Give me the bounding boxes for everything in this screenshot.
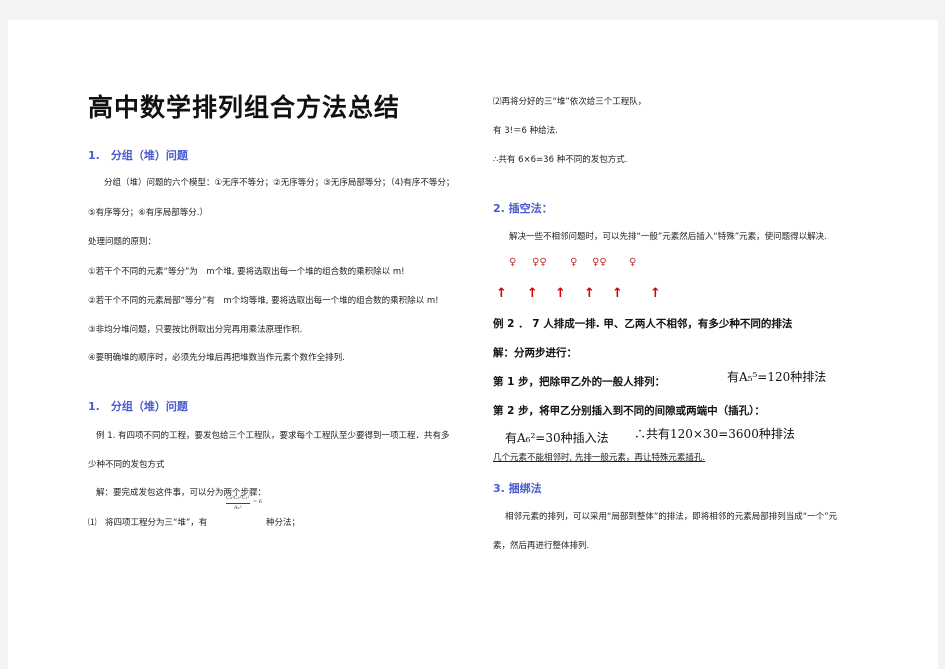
- section-heading-binding: 3. 捆绑法: [493, 482, 542, 495]
- count-give-ways: 有 3!＝6 种给法.: [493, 126, 558, 136]
- section-heading-grouping-2: 1. 分组（堆）问题: [88, 400, 188, 413]
- insertion-rule-note: 几个元素不能相邻时, 先排一般元素，再让特殊元素插孔.: [493, 453, 706, 463]
- insertion-description: 解决一些不相邻问题时，可以先排“一般”元素然后插入“特殊”元素，使问题得以解决.: [509, 232, 827, 242]
- step-1-tail: 种分法；: [266, 518, 301, 528]
- insert-gap-arrow: ↑: [650, 286, 661, 301]
- section-heading-grouping: 1. 分组（堆）问题: [88, 149, 188, 162]
- total-ways-2: ∴共有120×30=3600种排法: [634, 427, 795, 441]
- example-1-line1: 例 1. 有四项不同的工程，要发包给三个工程队，要求每个工程队至少要得到一项工程…: [96, 431, 450, 441]
- binding-description-line2: 素，然后再进行整体排列.: [493, 541, 590, 551]
- fraction-equals: = 6: [253, 499, 262, 505]
- total-ways-1: ∴共有 6×6=36 种不同的发包方式.: [493, 155, 628, 165]
- step-2-text: ⑵再将分好的三“堆”依次给三个工程队，: [493, 97, 647, 107]
- rule-2: ②若干个不同的元素局部“等分”有 m个均等堆, 要将选取出每一个堆的组合数的乘积…: [88, 296, 439, 306]
- example-1-line2: 少种不同的发包方式: [88, 460, 165, 470]
- example-2-solution: 解：分两步进行：: [493, 347, 577, 359]
- insert-gap-arrow: ↑: [527, 286, 538, 301]
- step-1-formula: 有A₅⁵=120种排法: [727, 370, 827, 384]
- document-page: 高中数学排列组合方法总结 1. 分组（堆）问题 分组（堆）问题的六个模型：①无序…: [8, 20, 938, 669]
- grouping-models-line2: ⑤有序等分；⑥有序局部等分.）: [88, 208, 208, 218]
- element-symbol: ♀: [629, 257, 637, 268]
- principle-label: 处理问题的原则：: [88, 237, 157, 247]
- element-symbol: ♀♀: [592, 257, 607, 268]
- element-symbol: ♀♀: [532, 257, 547, 268]
- insert-gap-arrow: ↑: [584, 286, 595, 301]
- binding-description-line1: 相邻元素的排列，可以采用“局部到整体”的排法，即将相邻的元素局部排列当成“一个”…: [505, 512, 838, 522]
- fraction-numerator: C₄²C₂¹C₁¹: [226, 495, 250, 501]
- element-symbol: ♀: [509, 257, 517, 268]
- step-1-label: 第 1 步，把除甲乙外的一般人排列：: [493, 376, 666, 388]
- insert-gap-arrow: ↑: [612, 286, 623, 301]
- step-2-formula: 有A₆²=30种插入法: [505, 431, 609, 445]
- fraction-denominator: A₂²: [234, 505, 242, 511]
- insert-gap-arrow: ↑: [555, 286, 566, 301]
- rule-1: ①若干个不同的元素“等分”为 m个堆, 要将选取出每一个堆的组合数的乘积除以 m…: [88, 267, 405, 277]
- rule-4: ④要明确堆的顺序时，必须先分堆后再把堆数当作元素个数作全排列.: [88, 353, 345, 363]
- fraction-bar: [226, 503, 250, 504]
- insert-gap-arrow: ↑: [496, 286, 507, 301]
- step-2-label: 第 2 步，将甲乙分别插入到不同的间隙或两端中（插孔）：: [493, 405, 765, 417]
- section-heading-insertion: 2. 插空法：: [493, 202, 553, 215]
- element-symbol: ♀: [570, 257, 578, 268]
- rule-3: ③非均分堆问题，只要按比例取出分完再用乘法原理作积.: [88, 325, 303, 335]
- grouping-models-line1: 分组（堆）问题的六个模型：①无序不等分；②无序等分；③无序局部等分；（4)有序不…: [104, 178, 455, 188]
- step-1-text: ⑴ 将四项工程分为三“堆”，有: [88, 518, 208, 528]
- document-title: 高中数学排列组合方法总结: [88, 93, 401, 122]
- example-2-question: 例 2 ． 7 人排成一排. 甲、乙两人不相邻，有多少种不同的排法: [493, 318, 793, 330]
